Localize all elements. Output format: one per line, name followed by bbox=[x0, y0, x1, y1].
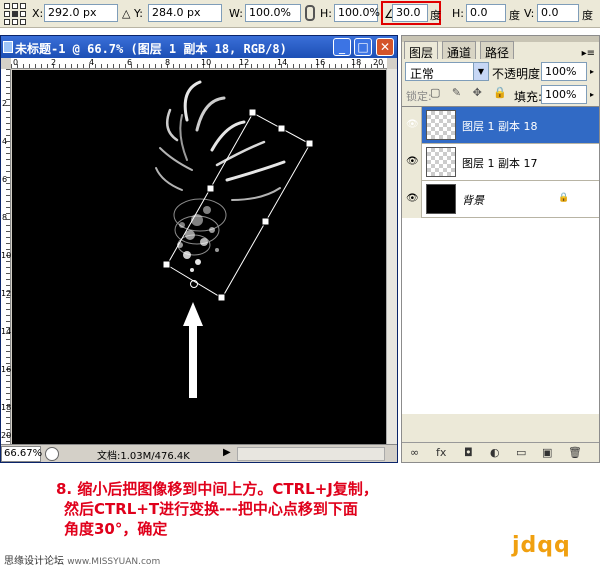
site-watermark: 思缘设计论坛 www.MISSYUAN.com bbox=[4, 552, 160, 567]
transform-handle[interactable] bbox=[261, 217, 270, 226]
layer-thumbnail bbox=[426, 147, 456, 177]
transform-handle[interactable] bbox=[162, 260, 171, 269]
transform-handle[interactable] bbox=[305, 139, 314, 148]
x-position-field[interactable]: 292.0 px bbox=[44, 4, 118, 22]
status-menu-arrow[interactable]: ▶ bbox=[223, 447, 231, 458]
horizontal-skew-field[interactable]: 0.0 bbox=[466, 4, 506, 22]
w-label: W: bbox=[229, 7, 243, 20]
eye-icon: 👁 bbox=[406, 119, 419, 130]
tutorial-caption: 8. 缩小后把图像移到中间上方。CTRL+J复制， 然后CTRL+T进行变换--… bbox=[56, 479, 576, 539]
canvas-artwork bbox=[155, 80, 314, 398]
rotation-angle-field[interactable]: 30.0 bbox=[392, 4, 428, 22]
document-info: 文档:1.03M/476.4K bbox=[97, 451, 190, 462]
trash-icon[interactable]: 🗑 bbox=[568, 446, 582, 459]
new-layer-icon[interactable]: ▣ bbox=[542, 446, 552, 459]
lock-icon: 🔒 bbox=[558, 193, 570, 203]
eye-icon: 👁 bbox=[406, 156, 419, 167]
lock-options-icons[interactable]: ▢ ✎ ✥ 🔒 bbox=[430, 86, 511, 99]
zoom-field[interactable]: 66.67% bbox=[1, 446, 42, 462]
blend-mode-value: 正常 bbox=[410, 67, 435, 81]
layer-name: 图层 1 副本 17 bbox=[462, 157, 538, 170]
triangle-icon: △ bbox=[122, 7, 131, 20]
vertical-scrollbar[interactable] bbox=[386, 69, 397, 444]
layer-thumbnail bbox=[426, 184, 456, 214]
tab-layers[interactable]: 图层 bbox=[404, 41, 439, 60]
link-chain-icon[interactable] bbox=[305, 5, 315, 21]
site-name: 思缘设计论坛 bbox=[4, 556, 64, 567]
panel-tabs: 图层 通道 路径 ▸≡ bbox=[402, 41, 599, 60]
link-layers-icon[interactable]: ∞ bbox=[410, 446, 419, 459]
photoshop-doc-icon bbox=[3, 41, 13, 53]
visibility-toggle[interactable]: 👁 bbox=[402, 144, 422, 181]
reference-point-grid[interactable] bbox=[4, 3, 26, 25]
layer-name: 背景 bbox=[462, 194, 484, 207]
opacity-arrow-icon[interactable]: ▸ bbox=[590, 67, 594, 76]
layers-list: 👁 图层 1 副本 18 👁 图层 1 副本 17 👁 背景 🔒 bbox=[402, 106, 599, 414]
visibility-toggle[interactable]: 👁 bbox=[402, 181, 422, 218]
panel-menu-icon[interactable]: ▸≡ bbox=[582, 48, 595, 59]
layers-panel: 图层 通道 路径 ▸≡ 正常 ▼ 不透明度: 100% ▸ 锁定: ▢ ✎ ✥ … bbox=[401, 35, 600, 463]
minimize-button[interactable]: _ bbox=[333, 38, 351, 56]
tab-channels[interactable]: 通道 bbox=[442, 41, 477, 60]
opacity-label: 不透明度: bbox=[492, 67, 545, 81]
feather-artwork bbox=[155, 80, 286, 201]
angle-unit: 度 bbox=[430, 9, 441, 22]
hskew-unit: 度 bbox=[509, 9, 520, 22]
caption-line-3: 角度30°，确定 bbox=[64, 520, 168, 538]
fill-label: 填充: bbox=[514, 90, 543, 104]
vskew-label: V: bbox=[524, 7, 535, 20]
y-label: Y: bbox=[134, 7, 143, 20]
layer-row[interactable]: 👁 图层 1 副本 18 bbox=[402, 107, 599, 144]
caption-line-2: 然后CTRL+T进行变换---把中心点移到下面 bbox=[64, 500, 358, 518]
eye-icon: 👁 bbox=[406, 193, 419, 204]
hskew-label: H: bbox=[452, 7, 464, 20]
vskew-unit: 度 bbox=[582, 9, 593, 22]
x-label: X: bbox=[32, 7, 44, 20]
options-bar: X: 292.0 px △ Y: 284.0 px W: 100.0% H: 1… bbox=[0, 0, 600, 28]
tab-paths[interactable]: 路径 bbox=[480, 41, 515, 60]
document-canvas[interactable] bbox=[12, 70, 387, 444]
lock-label: 锁定: bbox=[406, 90, 432, 103]
layer-row[interactable]: 👁 背景 🔒 bbox=[402, 181, 599, 218]
document-window: 未标题-1 @ 66.7% (图层 1 副本 18, RGB/8) _ □ ✕ … bbox=[0, 35, 398, 463]
transform-handle[interactable] bbox=[217, 293, 226, 302]
maximize-button[interactable]: □ bbox=[354, 38, 372, 56]
vertical-skew-field[interactable]: 0.0 bbox=[537, 4, 579, 22]
up-arrow bbox=[183, 302, 203, 398]
transform-handle[interactable] bbox=[277, 124, 286, 133]
layer-name: 图层 1 副本 18 bbox=[462, 120, 538, 133]
h-label: H: bbox=[320, 7, 332, 20]
horizontal-scrollbar[interactable] bbox=[237, 447, 385, 461]
width-scale-field[interactable]: 100.0% bbox=[245, 4, 301, 22]
ruler-top[interactable]: 0 2 4 6 8 10 12 14 16 18 20 bbox=[11, 58, 387, 69]
adjustment-layer-icon[interactable]: ◐ bbox=[490, 446, 500, 459]
caption-line-1: 8. 缩小后把图像移到中间上方。CTRL+J复制， bbox=[56, 480, 378, 498]
transform-handle[interactable] bbox=[206, 184, 215, 193]
transform-handle[interactable] bbox=[248, 108, 257, 117]
chevron-down-icon[interactable]: ▼ bbox=[473, 63, 488, 80]
opacity-field[interactable]: 100% bbox=[541, 62, 587, 81]
visibility-toggle[interactable]: 👁 bbox=[402, 107, 422, 144]
y-position-field[interactable]: 284.0 px bbox=[148, 4, 222, 22]
ruler-left[interactable]: 2 4 6 8 10 12 14 16 18 20 bbox=[1, 69, 11, 444]
layers-panel-footer: ∞ fx ◘ ◐ ▭ ▣ 🗑 bbox=[402, 442, 599, 462]
brand-logo: jdqq bbox=[512, 533, 571, 558]
layer-row[interactable]: 👁 图层 1 副本 17 bbox=[402, 144, 599, 181]
height-scale-field[interactable]: 100.0% bbox=[334, 4, 380, 22]
site-url: www.MISSYUAN.com bbox=[67, 557, 161, 567]
new-group-icon[interactable]: ▭ bbox=[516, 446, 526, 459]
document-title: 未标题-1 @ 66.7% (图层 1 副本 18, RGB/8) bbox=[15, 42, 287, 56]
blend-mode-select[interactable]: 正常 ▼ bbox=[405, 62, 489, 81]
layer-style-icon[interactable]: fx bbox=[436, 446, 446, 459]
layer-mask-icon[interactable]: ◘ bbox=[464, 446, 473, 459]
status-info-icon[interactable] bbox=[45, 447, 59, 461]
status-bar: 66.67% 文档:1.03M/476.4K ▶ bbox=[1, 444, 397, 462]
layer-thumbnail bbox=[426, 110, 456, 140]
transform-bounding-box[interactable] bbox=[162, 108, 314, 302]
close-button[interactable]: ✕ bbox=[376, 38, 394, 56]
fill-arrow-icon[interactable]: ▸ bbox=[590, 90, 594, 99]
fill-field[interactable]: 100% bbox=[541, 85, 587, 104]
